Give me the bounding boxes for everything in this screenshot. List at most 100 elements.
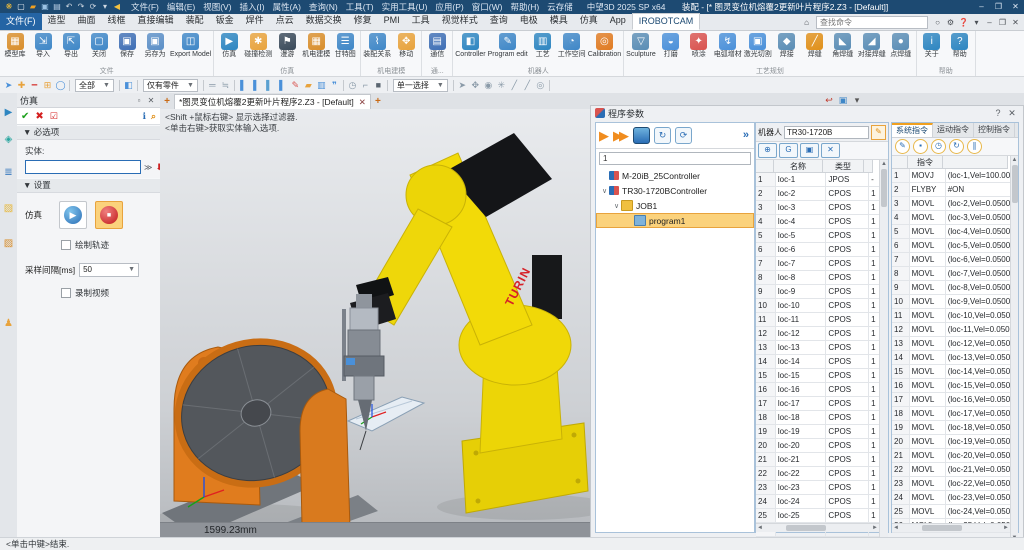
ribbon-tab--[interactable]: 仿真 (574, 13, 604, 30)
ribbon-tab--[interactable]: 电极 (514, 13, 544, 30)
required-section-header[interactable]: ▼ 必选项 (17, 125, 160, 140)
welding-button[interactable]: ◆焊接 (773, 32, 801, 58)
new-file-icon[interactable]: ▢ (15, 0, 27, 14)
program-index-field[interactable]: 1 (599, 152, 751, 165)
table-row[interactable]: 14MOVL(loc-13,Vel=0.05000,A (892, 351, 1011, 365)
snap-icon[interactable]: ≒ (219, 77, 232, 93)
robot-edit-icon[interactable]: ✎ (871, 125, 886, 140)
play-simulation-button[interactable]: ▶ (59, 201, 87, 229)
viewport-3d[interactable]: TURIN <Shift +鼠标右键> 显示选择过滤器. <单击右键>获取实体输… (160, 109, 590, 538)
pause-command-icon[interactable]: ∥ (967, 139, 982, 154)
scroll-up-icon[interactable]: ▲ (1011, 156, 1018, 164)
menu-item-8[interactable]: 应用(P) (431, 0, 467, 14)
menu-item-3[interactable]: 插入(I) (236, 0, 269, 14)
communication-button[interactable]: ▤通信 (423, 32, 451, 58)
about-button[interactable]: i关于 (918, 32, 946, 58)
table-row[interactable]: 15MOVL(loc-14,Vel=0.05000,A (892, 365, 1011, 379)
process-button[interactable]: ▥工艺 (529, 32, 557, 58)
simulate-button[interactable]: ▶仿真 (215, 32, 243, 58)
table-row[interactable]: 23MOVL(loc-22,Vel=0.05000,A (892, 477, 1011, 491)
table-row[interactable]: 6loc-6CPOS1 (756, 243, 880, 257)
entity-filter-1-icon[interactable]: ▌ (237, 77, 250, 93)
info-icon[interactable]: ℹ (143, 111, 146, 122)
edit-command-icon[interactable]: ✎ (895, 139, 910, 154)
panel-close-icon[interactable]: ✕ (145, 96, 157, 105)
3d-scene[interactable]: TURIN (160, 109, 590, 538)
table-row[interactable]: 17loc-17CPOS1 (756, 397, 880, 411)
table-row[interactable]: 19loc-19CPOS1 (756, 425, 880, 439)
butt-weld-button[interactable]: ◢对接焊缝 (857, 32, 887, 58)
expand-toolbar-button[interactable]: » (743, 123, 749, 148)
refresh-icon[interactable]: ⟳ (87, 0, 99, 14)
model-library-button[interactable]: ▦模型库 (1, 32, 29, 58)
app-logo[interactable]: ❋ (3, 0, 15, 14)
simulate-manager-icon[interactable]: ▶ (2, 107, 15, 118)
table-row[interactable]: 14loc-14CPOS1 (756, 355, 880, 369)
table-row[interactable]: 17MOVL(loc-16,Vel=0.05000,A (892, 393, 1011, 407)
close-window-button[interactable]: ✕ (1007, 0, 1024, 14)
loop-command-icon[interactable]: ↻ (949, 139, 964, 154)
table-row[interactable]: 12MOVL(loc-11,Vel=0.05000,A (892, 323, 1011, 337)
timer-command-icon[interactable]: ◷ (931, 139, 946, 154)
scroll-left-icon[interactable]: ◄ (892, 524, 900, 532)
scroll-thumb[interactable] (922, 525, 962, 531)
table-row[interactable]: 19MOVL(loc-18,Vel=0.05000,A (892, 421, 1011, 435)
ribbon-tab--[interactable]: 工具 (406, 13, 436, 30)
scroll-up-icon[interactable]: ▲ (880, 160, 888, 168)
stop-simulation-button[interactable]: ■ (95, 201, 123, 229)
table-row[interactable]: 24loc-24CPOS1 (756, 495, 880, 509)
undo-icon[interactable]: ↶ (63, 0, 75, 14)
ribbon-tab-pmi[interactable]: PMI (378, 13, 406, 30)
points-hscrollbar[interactable]: ◄ ► (756, 523, 879, 532)
table-row[interactable]: 5loc-5CPOS1 (756, 229, 880, 243)
user-manager-icon[interactable]: ♟ (2, 318, 15, 329)
table-row[interactable]: 11MOVL(loc-10,Vel=0.05000,A (892, 309, 1011, 323)
display-part-icon[interactable]: ◧ (122, 77, 135, 93)
table-row[interactable]: 10MOVL(loc-9,Vel=0.05000,A (892, 295, 1011, 309)
assembly-relation-button[interactable]: ⌇装配关系 (362, 32, 392, 58)
ribbon-tab--[interactable]: 数据交换 (300, 13, 348, 30)
ribbon-tab--[interactable]: 模具 (544, 13, 574, 30)
table-row[interactable]: 2loc-2CPOS1 (756, 187, 880, 201)
tree-expand-icon[interactable]: ∨ (612, 202, 621, 210)
restore-doc-icon[interactable]: ❐ (996, 15, 1009, 30)
circle-mode-icon[interactable]: ◎ (534, 77, 547, 93)
arc-additive-button[interactable]: ↯电弧增材 (713, 32, 743, 58)
qat-dropdown-icon[interactable]: ▾ (99, 0, 111, 14)
confirm-button[interactable]: ✔ (21, 111, 29, 122)
table-row[interactable]: 12loc-12CPOS1 (756, 327, 880, 341)
step-program-button[interactable]: ⟳ (675, 127, 692, 144)
tree-item-program1[interactable]: program1 (596, 213, 754, 228)
export-button[interactable]: ⇱导出 (57, 32, 85, 58)
export-model-button[interactable]: ◫Export Model (169, 32, 212, 58)
sample-interval-select[interactable]: 50 ▼ (79, 263, 139, 277)
entity-input[interactable] (25, 160, 141, 174)
calibration-button[interactable]: ◎Calibration (587, 32, 622, 58)
display-filter-select[interactable]: 仅有零件▼ (143, 79, 198, 92)
entity-filter-4-icon[interactable]: ▌ (276, 77, 289, 93)
table-row[interactable]: 11loc-11CPOS1 (756, 313, 880, 327)
table-row[interactable]: 9MOVL(loc-8,Vel=0.05000,A (892, 281, 1011, 295)
collision-check-button[interactable]: ✱碰撞检测 (243, 32, 273, 58)
command-tab-运动指令[interactable]: 运动指令 (933, 123, 974, 137)
scroll-left-icon[interactable]: ◄ (756, 524, 764, 532)
menu-item-6[interactable]: 工具(T) (342, 0, 378, 14)
table-row[interactable]: 2FLYBY#ON (892, 183, 1011, 197)
close-tab-icon[interactable]: ✕ (359, 95, 366, 109)
menu-item-4[interactable]: 属性(A) (269, 0, 305, 14)
spot-weld-button[interactable]: ●点焊缝 (887, 32, 915, 58)
table-row[interactable]: 8MOVL(loc-7,Vel=0.05000,A (892, 267, 1011, 281)
scroll-thumb[interactable] (881, 169, 887, 207)
star-icon[interactable]: ✳ (495, 77, 508, 93)
panel-help-icon[interactable]: ? (991, 108, 1005, 118)
command-tab-系统指令[interactable]: 系统指令 (892, 123, 933, 137)
run-program-button[interactable]: ▶ (599, 123, 609, 148)
ribbon-tab-app[interactable]: App (604, 13, 632, 30)
commands-vscrollbar[interactable]: ▲ ▼ (1010, 156, 1018, 542)
settings-gear-icon[interactable]: ⚙ (944, 15, 957, 30)
menu-item-2[interactable]: 视图(V) (199, 0, 235, 14)
help-caret-icon[interactable]: ▾ (970, 15, 983, 30)
controller-button[interactable]: ◧Controller (454, 32, 486, 58)
fillet-weld-button[interactable]: ◣角焊缝 (829, 32, 857, 58)
entity-expand-icon[interactable]: ≫ (144, 163, 152, 172)
